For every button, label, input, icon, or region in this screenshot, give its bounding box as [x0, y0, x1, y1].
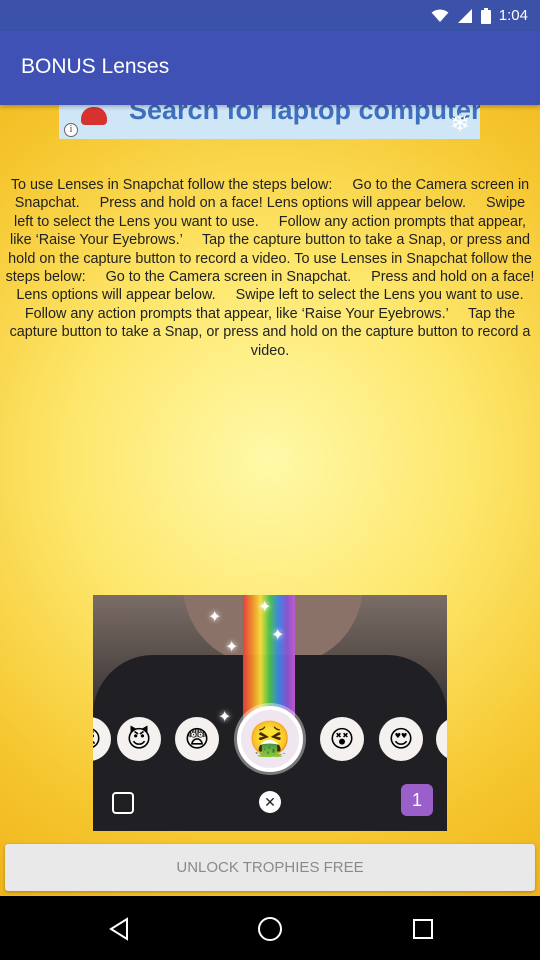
lens-carousel: 😡 😈 😨 🤮 😵 😍 😄 [93, 703, 447, 773]
sparkle-icon: ✦ [271, 627, 285, 644]
home-icon[interactable] [255, 914, 285, 944]
ad-info-icon[interactable]: i [64, 123, 78, 137]
snowflake-icon: ❄ [449, 110, 470, 137]
lens-emoji: 😄 [445, 725, 447, 754]
lens-preview-image: ✦ ✦ ✦ ✦ ✦ 😡 😈 😨 🤮 😵 😍 😄 ✕ 1 [93, 595, 447, 831]
instructions-text: To use Lenses in Snapchat follow the ste… [5, 177, 535, 359]
lens-option-selected[interactable]: 🤮 [237, 706, 303, 772]
recents-icon[interactable] [408, 914, 438, 944]
status-bar: 1:04 [0, 0, 540, 31]
count-badge[interactable]: 1 [401, 784, 433, 816]
screen: 1:04 BONUS Lenses Search for laptop comp… [0, 0, 540, 960]
status-icons: 1:04 [431, 7, 528, 24]
santa-hat-icon [81, 107, 107, 125]
lens-option[interactable]: 😨 [175, 717, 219, 761]
unlock-trophies-button[interactable]: UNLOCK TROPHIES FREE [5, 844, 535, 891]
memories-button[interactable] [112, 792, 134, 814]
ad-banner[interactable]: Search for laptop computers ❄ i [59, 105, 480, 139]
navigation-bar [0, 896, 540, 960]
lens-emoji: 😵 [329, 725, 355, 753]
lens-option[interactable]: 😍 [379, 717, 423, 761]
page-title: BONUS Lenses [21, 55, 170, 78]
lens-emoji: 😨 [184, 725, 210, 753]
sparkle-icon: ✦ [258, 599, 272, 616]
lens-emoji: 😍 [388, 725, 414, 753]
app-bar: BONUS Lenses [0, 31, 540, 105]
lens-emoji: 🤮 [248, 720, 292, 758]
status-time: 1:04 [498, 7, 528, 24]
sparkle-icon: ✦ [208, 609, 222, 626]
back-icon[interactable] [105, 914, 135, 944]
ad-text: Search for laptop computers [129, 105, 480, 125]
close-icon[interactable]: ✕ [259, 791, 281, 813]
sparkle-icon: ✦ [225, 639, 239, 656]
battery-icon [480, 7, 491, 24]
lens-option[interactable]: 😡 [93, 717, 111, 761]
lens-emoji: 😈 [126, 725, 152, 753]
wifi-icon [431, 9, 449, 22]
lens-option[interactable]: 😈 [117, 717, 161, 761]
content-area: Search for laptop computers ❄ i To use L… [0, 105, 540, 896]
lens-option[interactable]: 😄 [436, 717, 447, 761]
lens-option[interactable]: 😵 [320, 717, 364, 761]
signal-icon [457, 8, 472, 23]
lens-emoji: 😡 [93, 725, 102, 754]
